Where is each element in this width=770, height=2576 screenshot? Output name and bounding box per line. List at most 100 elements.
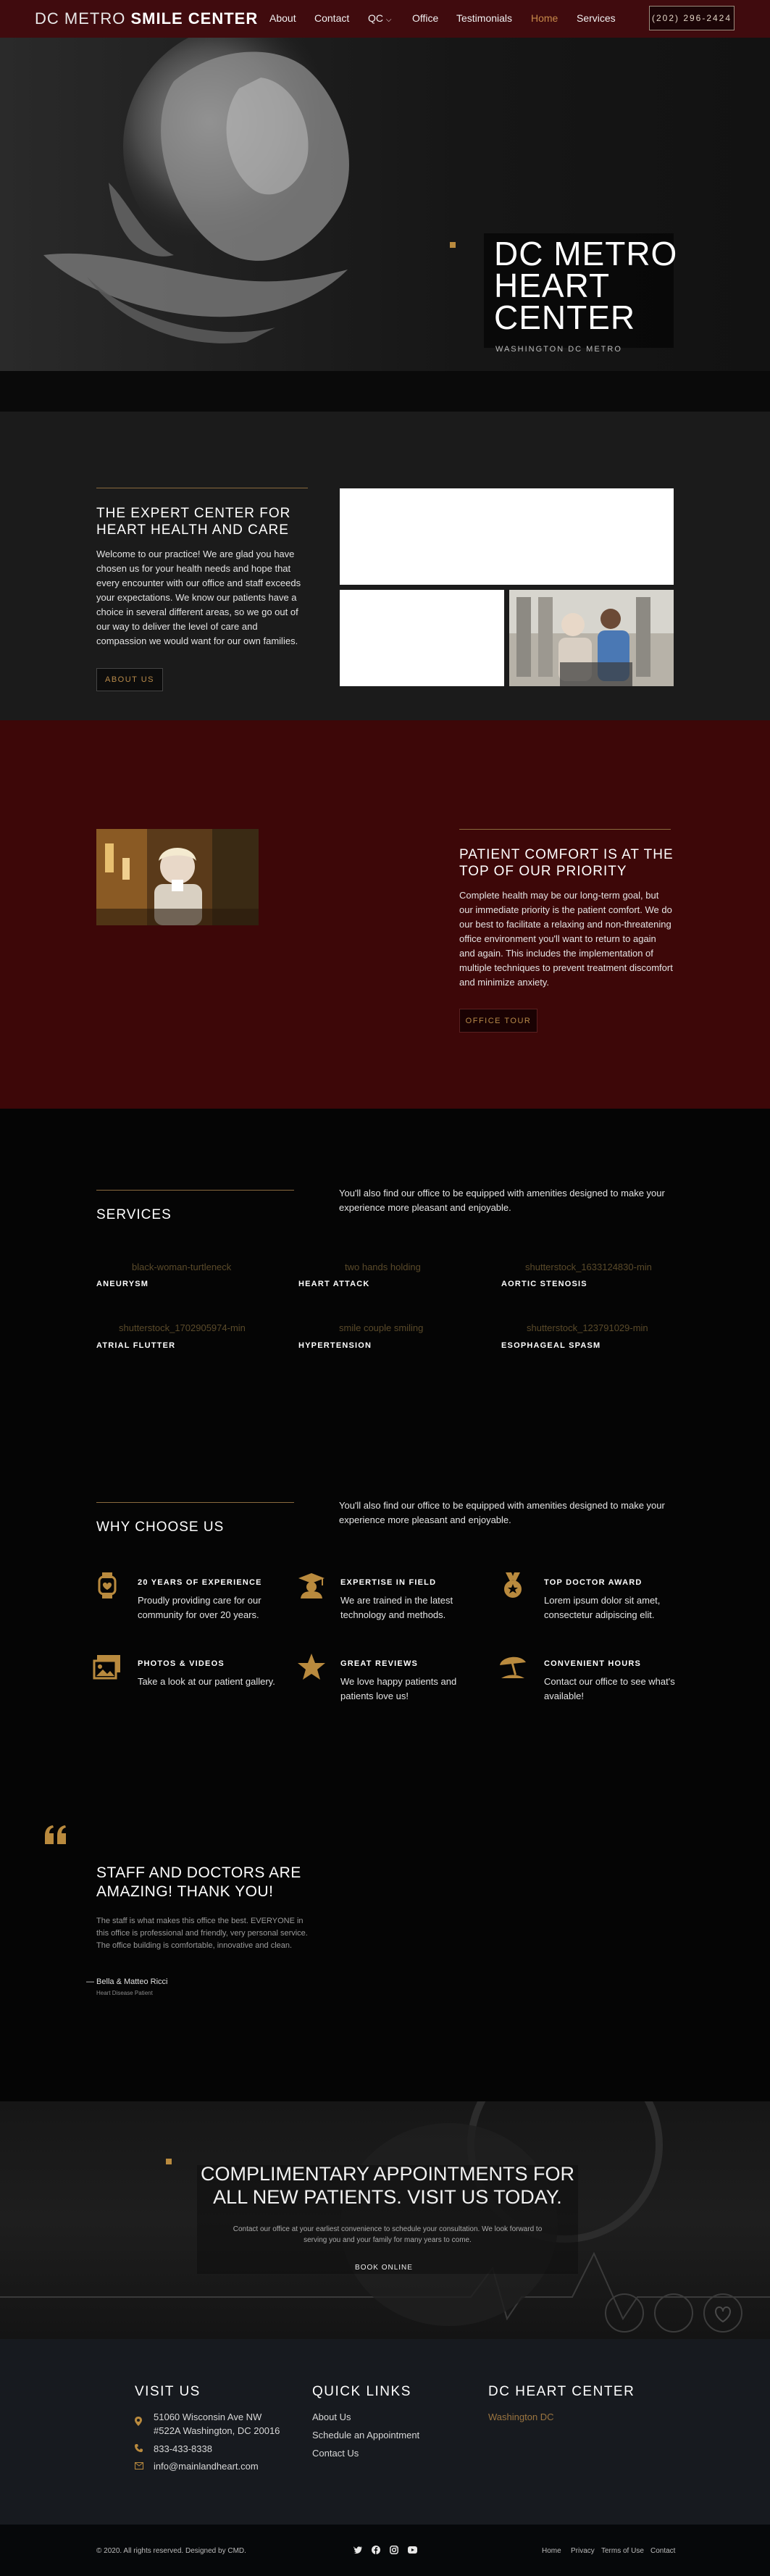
section-divider [96,1502,294,1503]
why-item-title: EXPERTISE IN FIELD [340,1578,437,1587]
hero-title-line: HEART [494,267,611,304]
why-item-text: Contact our office to see what's availab… [544,1676,675,1701]
twitter-icon[interactable] [353,2546,362,2554]
footer-link-contact-us[interactable]: Contact Us [312,2448,359,2459]
cta-accent-square [166,2159,172,2164]
nav-link-qc-label: QC [368,12,383,24]
expert-body: Welcome to our practice! We are glad you… [96,549,301,646]
cta-body-line: serving you and your family for many yea… [304,2236,472,2244]
service-image-alt: two hands holding [345,1262,421,1272]
office-tour-button[interactable]: OFFICE TOUR [459,1009,537,1033]
service-image-alt: black-woman-turtleneck [132,1262,232,1272]
why-item-text: We are trained in the latest technology … [340,1595,453,1620]
logo-light-text: DC METRO [35,9,126,28]
service-esophageal-spasm[interactable]: ESOPHAGEAL SPASM [501,1341,600,1350]
why-item-text: Proudly providing care for our community… [138,1595,261,1620]
expert-image-small [340,590,504,686]
why-item-title: 20 YEARS OF EXPERIENCE [138,1578,262,1587]
hero-bottom-strip [0,371,770,412]
service-hypertension[interactable]: HYPERTENSION [298,1341,372,1350]
service-heart-attack[interactable]: HEART ATTACK [298,1280,370,1288]
hero-subtitle: WASHINGTON DC METRO [495,345,622,354]
service-atrial-flutter[interactable]: ATRIAL FLUTTER [96,1341,175,1350]
youtube-icon[interactable] [408,2546,417,2554]
expert-image-large [340,488,674,585]
footer-link-schedule[interactable]: Schedule an Appointment [312,2430,419,2440]
nav-link-about[interactable]: About [269,12,296,24]
testimonial-body: The staff is what makes this office the … [96,1917,308,1950]
patient-coffee-image [96,829,259,925]
section-divider [96,1190,294,1191]
why-title: WHY CHOOSE US [96,1520,225,1535]
why-item-text: Lorem ipsum dolor sit amet, consectetur … [544,1595,661,1620]
testimonial-role: Heart Disease Patient [96,1990,153,1996]
quote-icon [45,1825,66,1844]
footer-links-title: QUICK LINKS [312,2384,411,2399]
footer-phone-link[interactable]: 833-433-8338 [154,2443,212,2454]
photos-icon [93,1655,120,1680]
umbrella-icon [500,1656,526,1678]
nav-link-office[interactable]: Office [412,12,438,24]
section-divider [459,829,671,830]
medal-icon [504,1572,522,1598]
phone-icon [135,2444,143,2452]
expert-title: THE EXPERT CENTER FOR HEART HEALTH AND C… [96,506,291,538]
footer-visit-title: VISIT US [135,2384,201,2399]
footer-link-about-us[interactable]: About Us [312,2412,351,2422]
service-image-alt: shutterstock_123791029-min [527,1322,648,1333]
nav-link-testimonials[interactable]: Testimonials [456,12,512,24]
logo-bold-text: SMILE CENTER [130,9,259,28]
footer-center-title: DC HEART CENTER [488,2384,635,2399]
why-item-title: CONVENIENT HOURS [544,1659,642,1668]
cta-title: COMPLIMENTARY APPOINTMENTS FOR ALL NEW P… [197,2162,578,2209]
watch-icon [98,1572,117,1598]
nav-link-contact[interactable]: Contact [314,12,349,24]
service-image-alt: shutterstock_1702905974-min [119,1322,246,1333]
service-image-alt: shutterstock_1633124830-min [525,1262,652,1272]
why-item-text: Take a look at our patient gallery. [138,1676,275,1687]
location-pin-icon [135,2417,142,2426]
service-image-alt: smile couple smiling [339,1322,424,1333]
book-online-button[interactable]: BOOK ONLINE [351,2264,417,2272]
why-item-text: We love happy patients and patients love… [340,1676,457,1701]
cta-body: Contact our office at your earliest conv… [197,2224,578,2246]
site-logo[interactable]: DC METRO SMILE CENTER [35,9,258,28]
about-us-button[interactable]: ABOUT US [96,668,163,691]
cta-title-line: ALL NEW PATIENTS. VISIT US TODAY. [213,2186,562,2208]
testimonial-title: STAFF AND DOCTORS ARE AMAZING! THANK YOU… [96,1864,301,1900]
star-icon [298,1654,325,1680]
bottom-link-contact[interactable]: Contact [650,2547,675,2555]
cta-body-line: Contact our office at your earliest conv… [233,2225,543,2233]
footer-address-line: 51060 Wisconsin Ave NW [154,2412,262,2422]
service-aortic-stenosis[interactable]: AORTIC STENOSIS [501,1280,587,1288]
phone-button[interactable]: (202) 296-2424 [649,6,735,30]
bottom-link-privacy[interactable]: Privacy [571,2547,595,2555]
bottom-link-terms[interactable]: Terms of Use [601,2547,644,2555]
nav-link-home[interactable]: Home [531,12,558,24]
cta-title-line: COMPLIMENTARY APPOINTMENTS FOR [200,2163,575,2185]
why-item-title: TOP DOCTOR AWARD [544,1578,643,1587]
copyright-text: © 2020. All rights reserved. Designed by… [96,2547,246,2555]
nav-link-qc[interactable]: QC ⌵ [368,12,391,24]
service-aneurysm[interactable]: ANEURYSM [96,1280,148,1288]
services-title: SERVICES [96,1207,172,1222]
why-intro: You'll also find our office to be equipp… [339,1500,665,1525]
comfort-body: Complete health may be our long-term goa… [459,890,673,988]
doctor-patient-image [509,590,674,686]
why-item-title: PHOTOS & VIDEOS [138,1659,225,1668]
footer-center-location[interactable]: Washington DC [488,2412,554,2422]
top-nav: DC METRO SMILE CENTER About Contact QC ⌵… [0,0,770,38]
facebook-icon[interactable] [372,2546,380,2554]
footer-email-link[interactable]: info@mainlandheart.com [154,2461,259,2472]
instagram-icon[interactable] [390,2546,398,2554]
testimonial-author: — Bella & Matteo Ricci [86,1977,168,1986]
nav-link-services[interactable]: Services [577,12,616,24]
bottom-link-home[interactable]: Home [542,2547,561,2555]
graduate-icon [298,1573,325,1598]
footer-address-line: #522A Washington, DC 20016 [154,2425,280,2436]
services-intro: You'll also find our office to be equipp… [339,1188,665,1213]
email-icon [135,2462,143,2469]
services-section [0,1109,770,1448]
comfort-title: PATIENT COMFORT IS AT THE TOP OF OUR PRI… [459,847,674,879]
chevron-down-icon: ⌵ [385,16,392,24]
